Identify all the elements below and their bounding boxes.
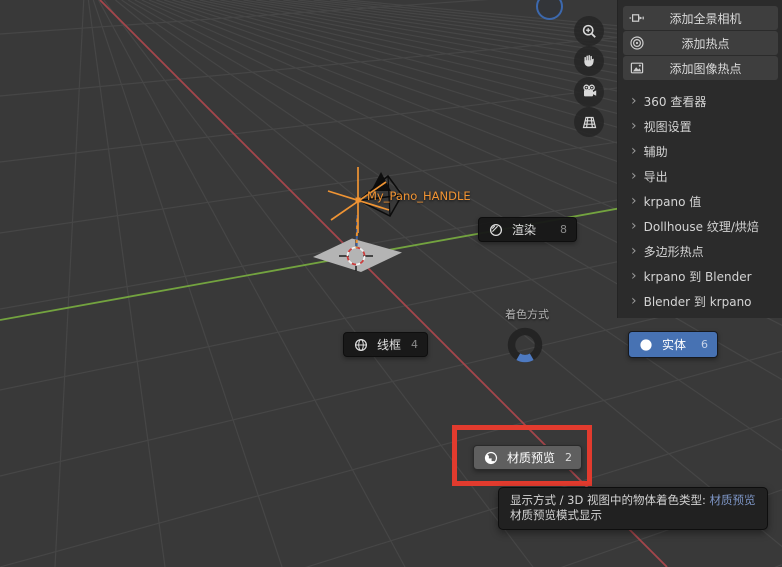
- section-dollhouse-texture-bake[interactable]: › Dollhouse 纹理/烘焙: [618, 214, 782, 239]
- pie-item-label: 渲染: [512, 223, 537, 237]
- image-hotspot-icon: [629, 60, 645, 76]
- perspective-toggle-button[interactable]: [574, 107, 604, 137]
- chevron-right-icon: ›: [631, 142, 637, 159]
- sidebar-panel: 添加全景相机 添加热点 添加图像热点 › 360 查看器 › 视图设置 › 辅助 › 导…: [617, 0, 782, 318]
- add-hotspot-button[interactable]: 添加热点: [623, 31, 778, 55]
- chevron-right-icon: ›: [631, 192, 637, 209]
- button-label: 添加热点: [681, 36, 730, 51]
- section-label: 辅助: [643, 145, 668, 159]
- pie-item-shortcut: 6: [701, 338, 708, 351]
- selected-object-label: My_Pano_HANDLE: [367, 189, 471, 203]
- pan-button[interactable]: [574, 46, 604, 76]
- zoom-in-icon: [582, 24, 596, 38]
- chevron-right-icon: ›: [631, 267, 637, 284]
- add-panorama-camera-button[interactable]: 添加全景相机: [623, 6, 778, 30]
- pie-item-label: 实体: [662, 338, 687, 352]
- panorama-camera-icon: [629, 10, 645, 26]
- chevron-right-icon: ›: [631, 117, 637, 134]
- section-label: krpano 到 Blender: [643, 270, 752, 284]
- section-krpano-to-blender[interactable]: › krpano 到 Blender: [618, 264, 782, 289]
- tooltip: 显示方式 / 3D 视图中的物体着色类型: 材质预览 材质预览模式显示: [498, 487, 768, 530]
- pan-hand-icon: [584, 55, 594, 67]
- pie-menu-title: 着色方式: [505, 308, 549, 321]
- camera-view-icon: [582, 84, 596, 97]
- tooltip-line1: 显示方式 / 3D 视图中的物体着色类型: 材质预览: [510, 493, 756, 507]
- pie-item-solid[interactable]: 实体 6: [628, 331, 718, 358]
- chevron-right-icon: ›: [631, 217, 637, 234]
- section-label: Blender 到 krpano: [643, 295, 752, 309]
- pie-item-label: 线框: [376, 338, 401, 352]
- button-label: 添加全景相机: [669, 11, 742, 26]
- chevron-right-icon: ›: [631, 167, 637, 184]
- pie-menu-direction-ring: [507, 327, 543, 363]
- section-label: 360 查看器: [643, 95, 707, 109]
- rendered-shading-icon: [489, 223, 503, 236]
- section-360-viewer[interactable]: › 360 查看器: [618, 89, 782, 114]
- section-polygon-hotspot[interactable]: › 多边形热点: [618, 239, 782, 264]
- hotspot-icon: [629, 35, 645, 51]
- section-label: 导出: [643, 170, 668, 184]
- section-krpano-values[interactable]: › krpano 值: [618, 189, 782, 214]
- chevron-right-icon: ›: [631, 92, 637, 109]
- section-label: Dollhouse 纹理/烘焙: [643, 220, 759, 234]
- pie-item-shortcut: 4: [411, 338, 418, 351]
- section-label: krpano 值: [643, 195, 702, 209]
- tooltip-value: 材质预览: [709, 493, 756, 507]
- sidebar-sections: › 360 查看器 › 视图设置 › 辅助 › 导出 › krpano 值 › Dollho…: [618, 89, 782, 314]
- section-export[interactable]: › 导出: [618, 164, 782, 189]
- add-image-hotspot-button[interactable]: 添加图像热点: [623, 56, 778, 80]
- pie-item-wireframe[interactable]: 线框 4: [343, 332, 428, 357]
- section-label: 视图设置: [643, 120, 692, 134]
- chevron-right-icon: ›: [631, 292, 637, 309]
- solid-shading-icon: [640, 338, 652, 351]
- blender-3d-viewport-window: { "viewport": { "object_label": "My_Pano…: [0, 0, 782, 567]
- camera-view-button[interactable]: [574, 76, 604, 107]
- pie-item-rendered[interactable]: 渲染 8: [478, 217, 577, 242]
- section-label: 多边形热点: [643, 245, 704, 259]
- wireframe-shading-icon: [354, 338, 367, 351]
- tooltip-line2: 材质预览模式显示: [510, 508, 602, 522]
- section-blender-to-krpano[interactable]: › Blender 到 krpano: [618, 289, 782, 314]
- zoom-button[interactable]: [574, 16, 604, 46]
- button-label: 添加图像热点: [669, 61, 742, 76]
- highlight-annotation-rect: [452, 425, 592, 486]
- chevron-right-icon: ›: [631, 242, 637, 259]
- orthographic-grid-icon: [582, 116, 596, 128]
- section-view-settings[interactable]: › 视图设置: [618, 114, 782, 139]
- pie-item-shortcut: 8: [560, 223, 567, 236]
- section-helpers[interactable]: › 辅助: [618, 139, 782, 164]
